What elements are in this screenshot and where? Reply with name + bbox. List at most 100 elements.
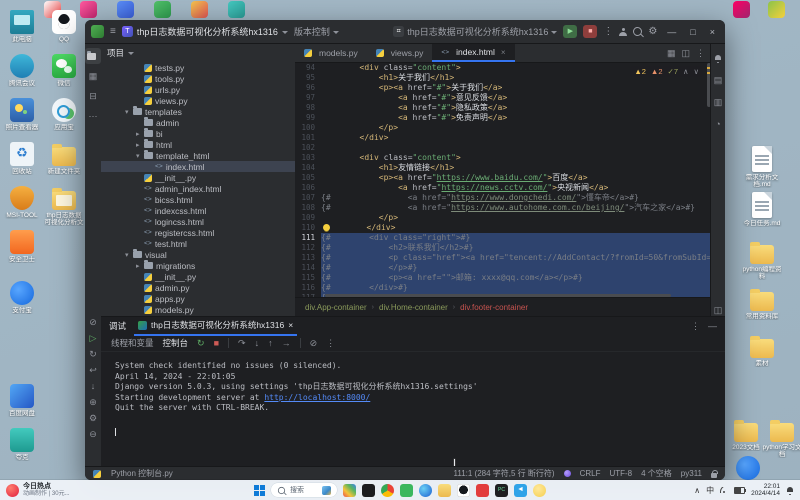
code-line[interactable]: 116{# </div>#} [295,283,711,293]
green-app-shortcut-icon[interactable] [154,1,171,18]
tree-item-__init__.py[interactable]: __init__.py [101,271,295,282]
settings-gear-icon[interactable]: ⚙ [85,410,101,426]
taskbar-app-pycharm[interactable]: PC [495,484,508,497]
tab-models.py[interactable]: models.py [295,44,367,62]
windows-start-button[interactable] [254,485,265,496]
desktop-icon[interactable]: python学习文档 [762,418,800,458]
code-line[interactable]: 113{# <p class="href"><a href="tencent:/… [295,253,711,263]
desktop-icon[interactable]: 支付宝 [2,281,42,314]
code-line[interactable]: 112{# <h2>联系我们</h2>#} [295,243,711,253]
desktop-icon[interactable]: python编程资料 [742,240,782,280]
tree-item-logincss.html[interactable]: <>logincss.html [101,216,295,227]
code-line[interactable]: 103 <div class="content"> [295,153,711,163]
soft-wrap-icon[interactable]: ↩ [85,362,101,378]
structure-icon[interactable]: ▦ [85,68,101,84]
console-link[interactable]: http://localhost:8000/ [264,393,370,402]
tree-item-admin.py[interactable]: admin.py [101,282,295,293]
code-line[interactable]: 100 </p> [295,123,711,133]
blue-app-shortcut-icon[interactable] [117,1,134,18]
code-line[interactable]: 115{# <p><a href="">邮箱: xxxx@qq.com</a><… [295,273,711,283]
battery-icon[interactable] [734,487,745,494]
notifications-icon[interactable] [786,487,794,494]
taskbar-app-folder[interactable] [438,484,451,497]
interpreter[interactable]: py311 [681,469,702,478]
tree-item-bi[interactable]: ▸bi [101,128,295,139]
code-editor[interactable]: 94 <div class="content">95 <h1>关于我们</h1>… [295,63,711,298]
taskbar-app-red-app[interactable] [476,484,489,497]
desktop-icon[interactable]: 腾讯会议 [2,54,42,87]
more-v-icon[interactable]: ⋮ [326,338,335,349]
news-widget[interactable]: 今日热点 动画制作 | 30元... [0,483,118,497]
multi-app-shortcut-2-icon[interactable] [768,1,785,18]
taskbar-app-light[interactable] [533,484,546,497]
code-line[interactable]: 98 <a href="#">隐私政策</a> [295,103,711,113]
taskbar-clock[interactable]: 22:01 2024/4/14 [751,483,780,497]
commit-icon[interactable]: ⊟ [85,88,101,104]
desktop-icon[interactable] [728,456,768,482]
code-line[interactable]: 105 <p><a href="https://www.baidu.com/">… [295,173,711,183]
desktop-icon[interactable]: 新建文件夹 [44,142,84,175]
desktop-icon[interactable]: 回收站 [2,142,42,175]
tab-index.html[interactable]: <>index.html× [432,44,514,62]
stop-icon[interactable]: ■ [214,338,219,348]
desktop-icon[interactable]: 2023文档 [726,418,766,451]
structure-icon[interactable]: ▦ [667,48,676,59]
inspections-widget[interactable]: ▲2 ▲2 ✓7 ∧∨ [630,66,703,77]
tree-item-urls.py[interactable]: urls.py [101,84,295,95]
tree-item-html[interactable]: ▸html [101,139,295,150]
desktop-icon[interactable]: 照片查看器 [2,98,42,131]
more-options-icon[interactable]: ⋮ [691,321,700,332]
tree-item-__init__.py[interactable]: __init__.py [101,172,295,183]
main-menu-icon[interactable]: ≡ [110,27,116,37]
tree-item-test.html[interactable]: <>test.html [101,238,295,249]
run-button[interactable]: ▶ [563,25,577,38]
desktop-icon[interactable]: 需求分析文档.md [742,146,782,188]
tray-expand-icon[interactable]: ∧ [694,486,700,495]
pie-chart-icon[interactable]: ◔ [710,116,725,132]
code-line[interactable]: 96 <p><a href="#">关于我们</a> [295,83,711,93]
file-encoding[interactable]: UTF-8 [609,469,632,478]
breadcrumb-item[interactable]: div.footer-container [460,303,528,312]
indent-style[interactable]: 4 个空格 [641,468,672,479]
desktop-icon[interactable]: 今日任务.md [742,192,782,227]
step-over-icon[interactable]: ↷ [238,338,246,349]
notifications-icon[interactable] [710,50,725,66]
scroll-end-icon[interactable]: ↓ [85,378,101,394]
debug-subtab-控制台[interactable]: 控制台 [163,337,189,349]
desktop-icon[interactable]: 常用资料库 [742,287,782,320]
intention-bulb-icon[interactable] [323,224,330,231]
tree-item-tools.py[interactable]: tools.py [101,73,295,84]
more-v-icon[interactable]: ⋮ [696,48,705,59]
code-line[interactable]: 110 </div> [295,223,711,233]
debug-subtab-线程和变量[interactable]: 线程和变量 [111,337,154,349]
taskbar-app-palette[interactable] [343,484,356,497]
ime-indicator[interactable]: 中 [706,485,714,496]
step-out-icon[interactable]: ↑ [268,338,273,348]
tree-item-migrations[interactable]: ▸migrations [101,260,295,271]
add-icon[interactable]: ⊕ [85,394,101,410]
code-line[interactable]: 108{# <a href="https://www.autohome.com.… [295,203,711,213]
desktop-icon[interactable]: 应用宝 [44,98,84,131]
desktop-icon[interactable]: 此电脑 [2,10,42,43]
tree-item-registercss.html[interactable]: <>registercss.html [101,227,295,238]
mute-breakpoints-icon[interactable]: ⊘ [85,314,101,330]
lock-icon[interactable] [711,473,717,478]
code-line[interactable]: 104 <h1>友情链接</h1> [295,163,711,173]
code-line[interactable]: 106 <a href="https://news.cctv.com/">央视新… [295,183,711,193]
code-line[interactable]: 114{# </p>#} [295,263,711,273]
desktop-icon[interactable]: 夸克 [2,428,42,461]
desktop-icon[interactable]: 百度网盘 [2,384,42,417]
close-tab-icon[interactable]: × [501,48,506,57]
teal-app-shortcut-icon[interactable] [228,1,245,18]
rerun-icon[interactable]: ↻ [85,346,101,362]
more-h-icon[interactable]: ⋯ [85,108,101,124]
more-actions-icon[interactable]: ⋮ [603,27,613,37]
taskbar-app-edge[interactable] [419,484,432,497]
code-line[interactable]: 111{# <div class="right">#} [295,233,711,243]
desktop-icon[interactable]: 素材 [742,334,782,367]
project-tree-header[interactable]: 项目 [101,44,295,62]
taskbar-search[interactable]: 搜索 [271,483,337,497]
desktop-icon[interactable]: MSI-TOOL [2,186,42,219]
desktop-icon[interactable]: thp日志数据可视化分析文档 [44,186,84,226]
project-widget[interactable]: T thp日志数据可视化分析系统hx1316 [122,25,288,38]
